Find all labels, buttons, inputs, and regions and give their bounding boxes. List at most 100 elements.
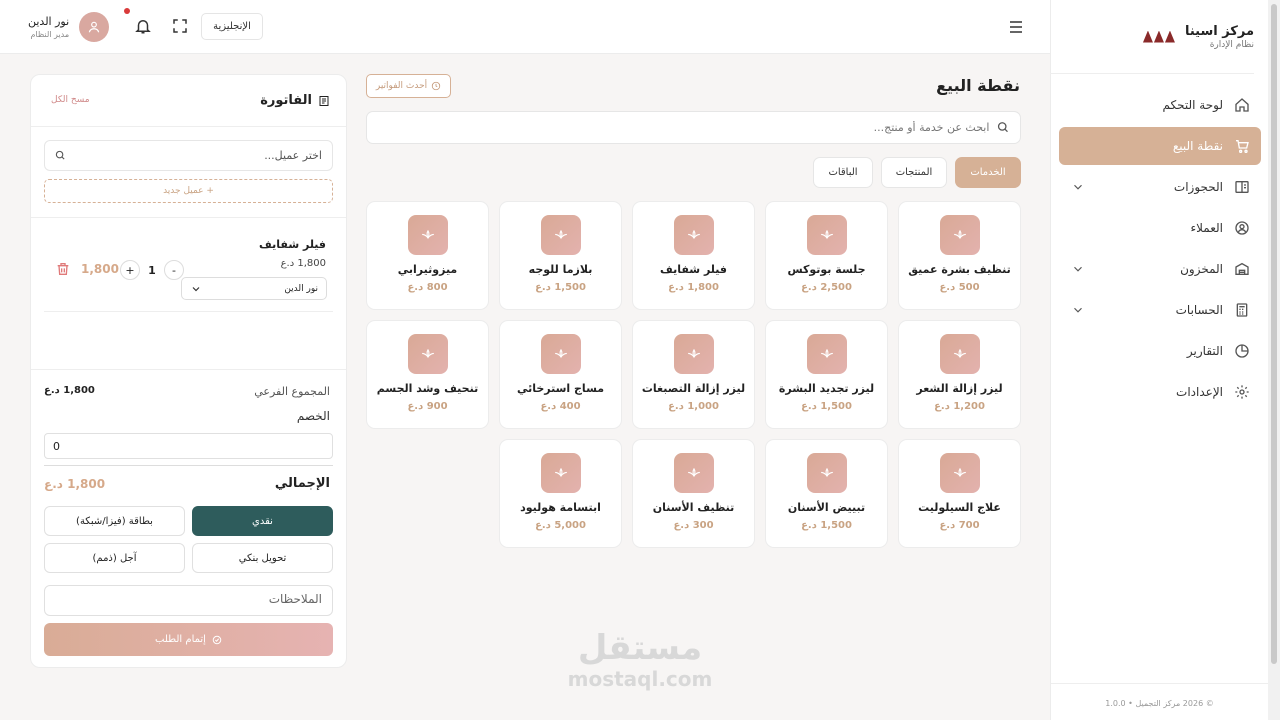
payment-cash-button[interactable]: نقدي: [192, 506, 333, 536]
check-circle-icon: [212, 635, 222, 644]
payment-card-button[interactable]: بطاقة (فيزا/شبكة): [44, 506, 185, 536]
service-card[interactable]: بلازما للوجه 1,500 د.ع: [499, 201, 622, 310]
tab-services[interactable]: الخدمات: [955, 157, 1021, 188]
sidebar-item-settings[interactable]: الإعدادات: [1059, 373, 1261, 411]
payment-transfer-button[interactable]: تحويل بنكي: [192, 543, 333, 573]
service-card[interactable]: ليزر تجديد البشرة 1,500 د.ع: [765, 320, 888, 429]
sidebar-item-label: التقارير: [1186, 344, 1223, 358]
sidebar-item-dashboard[interactable]: لوحة التحكم: [1059, 86, 1261, 124]
service-card[interactable]: علاج السيلوليت 700 د.ع: [898, 439, 1021, 548]
sidebar-item-label: الحسابات: [1175, 303, 1223, 317]
search-input[interactable]: [377, 121, 990, 134]
tab-products[interactable]: المنتجات: [881, 157, 947, 188]
service-price: 1,500 د.ع: [535, 282, 586, 293]
sidebar-item-label: الحجوزات: [1173, 180, 1223, 194]
service-price: 1,500 د.ع: [801, 520, 852, 531]
discount-input[interactable]: 0: [44, 433, 333, 459]
menu-icon[interactable]: [1006, 17, 1026, 37]
cart-item-total: 1,800: [81, 262, 119, 276]
scrollbar-thumb[interactable]: [1271, 4, 1277, 664]
service-card[interactable]: تنظيف بشرة عميق 500 د.ع: [898, 201, 1021, 310]
chevron-down-icon[interactable]: [1071, 303, 1085, 317]
complete-order-label: إتمام الطلب: [155, 634, 206, 645]
watermark-arabic: مستقل: [577, 628, 703, 668]
cart-item-unit-price: 1,800 د.ع: [280, 258, 326, 269]
service-name: بلازما للوجه: [528, 263, 593, 276]
home-icon: [1233, 96, 1251, 114]
staff-select[interactable]: نور الدين: [181, 277, 327, 300]
sidebar-item-label: نقطة البيع: [1172, 139, 1223, 153]
fullscreen-icon[interactable]: [171, 17, 189, 35]
total-value: 1,800 د.ع: [44, 477, 106, 491]
lotus-icon: [806, 215, 847, 255]
quantity-stepper: + 1 -: [120, 260, 184, 280]
complete-order-button[interactable]: إتمام الطلب: [44, 623, 333, 656]
service-price: 1,000 د.ع: [668, 401, 719, 412]
service-name: مساج استرخائي: [516, 382, 605, 395]
service-card[interactable]: ميزوثيرابي 800 د.ع: [366, 201, 489, 310]
service-price: 700 د.ع: [939, 520, 980, 531]
lotus-icon: [806, 453, 847, 493]
avatar[interactable]: [79, 12, 110, 42]
sidebar-item-customers[interactable]: العملاء: [1059, 209, 1261, 247]
pie-chart-icon: [1233, 342, 1251, 360]
service-card[interactable]: ليزر إزالة التصبغات 1,000 د.ع: [632, 320, 755, 429]
service-name: تنحيف وشد الجسم: [376, 382, 479, 395]
brand[interactable]: مركز اسينا نظام الإدارة: [1050, 0, 1254, 74]
category-tabs: الخدمات المنتجات الباقات: [813, 157, 1021, 188]
lotus-icon: [806, 334, 847, 374]
brand-subtitle: نظام الإدارة: [1209, 39, 1254, 50]
service-card[interactable]: فيلر شفايف 1,800 د.ع: [632, 201, 755, 310]
chevron-down-icon: [192, 286, 200, 291]
trash-icon[interactable]: [55, 261, 71, 277]
user-menu[interactable]: نور الدين مدير النظام: [28, 12, 110, 42]
sidebar-item-accounts[interactable]: الحسابات: [1059, 291, 1261, 329]
invoice-title: الفاتورة: [260, 93, 312, 108]
bell-icon[interactable]: [134, 17, 152, 35]
cart-item-name: فيلر شفايف: [259, 238, 326, 251]
service-card[interactable]: تبييض الأسنان 1,500 د.ع: [765, 439, 888, 548]
lotus-icon: [540, 334, 581, 374]
service-card[interactable]: ليزر إزالة الشعر 1,200 د.ع: [898, 320, 1021, 429]
sidebar-nav: لوحة التحكم نقطة البيع الحجوزات العملاء …: [1059, 86, 1261, 414]
chevron-down-icon[interactable]: [1071, 180, 1085, 194]
service-card[interactable]: جلسة بوتوكس 2,500 د.ع: [765, 201, 888, 310]
lotus-icon: [939, 453, 980, 493]
service-card[interactable]: تنحيف وشد الجسم 900 د.ع: [366, 320, 489, 429]
product-search[interactable]: [366, 111, 1021, 144]
service-price: 800 د.ع: [407, 282, 448, 293]
subtotal-value: 1,800 د.ع: [44, 385, 95, 396]
recent-invoices-button[interactable]: أحدث الفواتير: [366, 74, 451, 98]
tab-packages[interactable]: الباقات: [813, 157, 873, 188]
service-card[interactable]: تنظيف الأسنان 300 د.ع: [632, 439, 755, 548]
discount-label: الخصم: [296, 409, 330, 423]
customer-select[interactable]: اختر عميل...: [44, 140, 333, 171]
search-icon: [55, 150, 65, 160]
sidebar: مركز اسينا نظام الإدارة لوحة التحكم نقطة…: [1050, 0, 1268, 720]
notes-field[interactable]: الملاحظات: [44, 585, 333, 616]
sidebar-item-bookings[interactable]: الحجوزات: [1059, 168, 1261, 206]
invoice-panel: الفاتورة مسح الكل اختر عميل... + عميل جد…: [30, 74, 347, 668]
payment-credit-button[interactable]: آجل (ذمم): [44, 543, 185, 573]
chevron-down-icon[interactable]: [1071, 262, 1085, 276]
service-card[interactable]: مساج استرخائي 400 د.ع: [499, 320, 622, 429]
staff-value: نور الدين: [284, 283, 318, 294]
sidebar-item-reports[interactable]: التقارير: [1059, 332, 1261, 370]
divider: [31, 217, 346, 218]
recent-invoices-label: أحدث الفواتير: [375, 81, 428, 91]
sidebar-item-inventory[interactable]: المخزون: [1059, 250, 1261, 288]
sidebar-item-label: الإعدادات: [1176, 385, 1223, 399]
decrease-quantity-button[interactable]: -: [164, 260, 184, 280]
service-price: 300 د.ع: [673, 520, 714, 531]
page-scrollbar[interactable]: [1268, 0, 1280, 720]
lotus-icon: [540, 215, 581, 255]
language-button[interactable]: الإنجليزية: [201, 13, 263, 40]
sidebar-item-pos[interactable]: نقطة البيع: [1059, 127, 1261, 165]
service-name: ليزر إزالة الشعر: [916, 382, 1003, 395]
warehouse-icon: [1233, 260, 1251, 278]
clear-all-button[interactable]: مسح الكل: [51, 95, 90, 105]
user-name: نور الدين: [28, 15, 70, 28]
increase-quantity-button[interactable]: +: [120, 260, 140, 280]
service-card[interactable]: ابتسامة هوليود 5,000 د.ع: [499, 439, 622, 548]
add-customer-button[interactable]: + عميل جديد: [44, 179, 333, 203]
